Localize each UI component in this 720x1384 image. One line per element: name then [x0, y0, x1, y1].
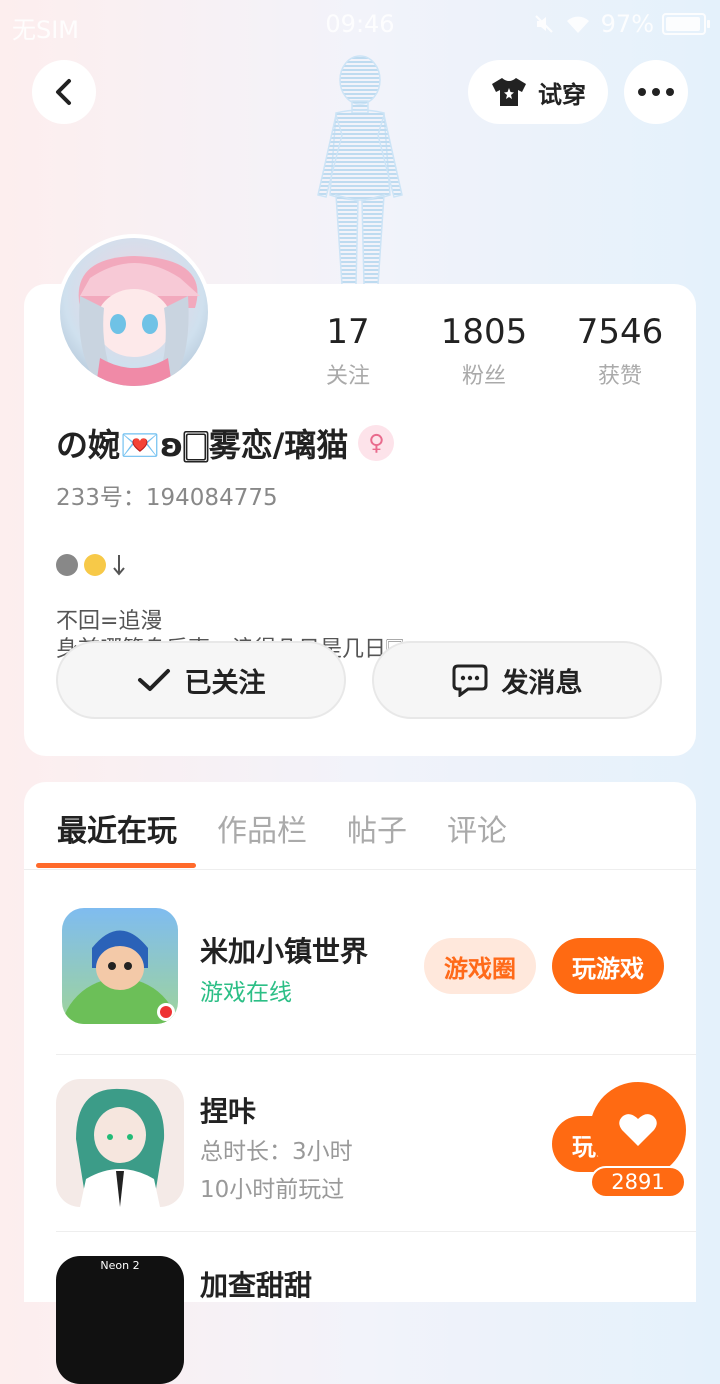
chevron-left-icon	[56, 79, 71, 105]
battery-icon	[662, 13, 710, 35]
more-dots-icon	[638, 88, 674, 96]
nieka-character-icon	[76, 1088, 165, 1207]
face-emoji-icon	[56, 554, 78, 576]
favorite-button[interactable]	[590, 1082, 686, 1178]
game-duration: 总时长：3小时	[200, 1139, 353, 1165]
avatar-model-placeholder	[317, 55, 403, 285]
heart-icon	[619, 1114, 657, 1146]
game-last-played: 10小时前玩过	[200, 1177, 345, 1203]
user-name: の婉💌ʚ🀆雾恋/璃猫	[56, 426, 349, 464]
chat-bubble-icon	[452, 664, 487, 697]
smile-emoji-icon	[84, 554, 106, 576]
tab-posts[interactable]: 帖子	[347, 806, 407, 850]
send-message-button[interactable]: 发消息	[372, 641, 662, 719]
try-on-button[interactable]: 试穿	[468, 60, 608, 124]
tab-divider	[24, 869, 696, 870]
following-button[interactable]: 已关注	[56, 641, 346, 719]
list-divider	[56, 1231, 696, 1232]
bio-emoji-row	[56, 550, 404, 580]
mute-icon	[534, 15, 553, 33]
game-icon-miga[interactable]	[62, 908, 178, 1024]
game-title[interactable]: 捏咔	[200, 1090, 256, 1130]
miga-character-icon	[62, 930, 178, 1024]
try-on-label: 试穿	[538, 80, 586, 109]
user-avatar[interactable]	[56, 234, 212, 390]
game-online-status: 游戏在线	[200, 980, 292, 1006]
tab-bar: 最近在玩 作品栏 帖子 评论	[24, 782, 696, 870]
following-label: 关注	[325, 364, 370, 389]
tab-comments[interactable]: 评论	[447, 806, 507, 850]
stat-likes[interactable]: 7546 获赞	[550, 312, 690, 390]
tab-indicator	[36, 863, 196, 868]
game-icon-nieka[interactable]	[56, 1079, 184, 1207]
wifi-icon	[566, 16, 589, 33]
tshirt-icon	[492, 78, 526, 106]
favorite-count: 2891	[590, 1166, 686, 1198]
fans-count: 1805	[440, 312, 528, 352]
following-count: 17	[326, 312, 370, 352]
game-badge-text: Neon 2	[100, 1259, 140, 1272]
check-icon	[137, 669, 170, 691]
tab-works[interactable]: 作品栏	[217, 806, 307, 850]
following-button-label: 已关注	[184, 667, 266, 699]
status-icons: 97%	[533, 10, 710, 38]
battery-percent: 97%	[600, 10, 654, 38]
game-icon-gacha[interactable]: Neon 2	[56, 1256, 184, 1384]
user-id: 233号：194084775	[56, 485, 278, 511]
likes-count: 7546	[576, 312, 664, 352]
likes-label: 获赞	[597, 364, 642, 389]
list-divider	[56, 1054, 696, 1055]
game-title[interactable]: 米加小镇世界	[200, 930, 368, 970]
stat-fans[interactable]: 1805 粉丝	[414, 312, 554, 390]
user-name-row: の婉💌ʚ🀆雾恋/璃猫 ♀	[56, 420, 395, 466]
tab-recent-games[interactable]: 最近在玩	[57, 806, 177, 850]
more-button[interactable]	[624, 60, 688, 124]
arrow-down-icon	[113, 555, 125, 576]
game-circle-button[interactable]: 游戏圈	[424, 938, 536, 994]
back-button[interactable]	[32, 60, 96, 124]
stat-following[interactable]: 17 关注	[278, 312, 418, 390]
avatar-illustration	[78, 256, 200, 386]
fans-label: 粉丝	[461, 364, 506, 389]
female-icon: ♀	[358, 425, 395, 461]
play-game-button[interactable]: 玩游戏	[552, 938, 664, 994]
status-bar: 无SIM 09:46 97%	[0, 0, 720, 50]
game-title[interactable]: 加查甜甜	[200, 1264, 312, 1304]
send-message-label: 发消息	[501, 667, 583, 699]
